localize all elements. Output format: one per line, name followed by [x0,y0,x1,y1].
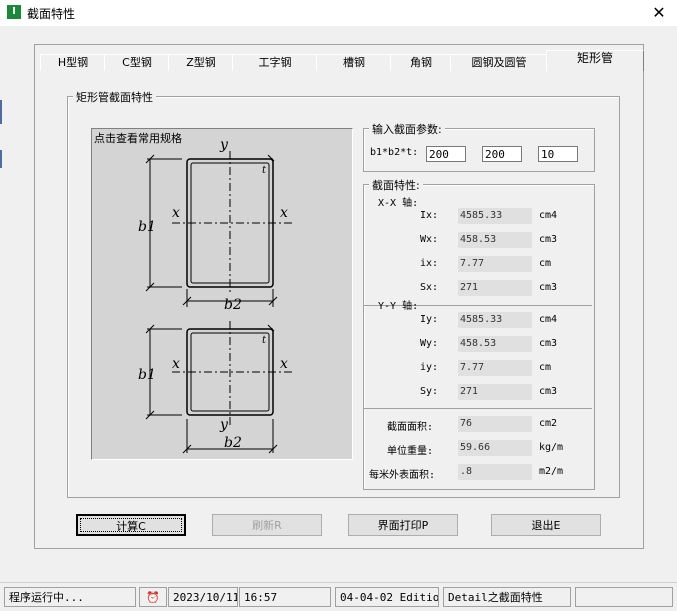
left-edge-mark [0,150,2,168]
sx-value: 271 [458,280,532,296]
status-state: 程序运行中... [4,587,136,607]
surface-value: .8 [458,464,532,480]
app-icon: I [7,5,21,19]
axis-label-y-top: y [219,137,229,153]
ix-radius-value: 7.77 [458,256,532,272]
window-title: 截面特性 [27,7,76,21]
wx-unit: cm3 [539,234,558,245]
title-bar: I 截面特性 ✕ [0,0,677,26]
refresh-button[interactable]: 刷新R [212,514,322,536]
rect-tube-group-title: 矩形管截面特性 [73,89,156,105]
wy-label: Wy: [420,338,439,349]
sy-value: 271 [458,384,532,400]
ix-radius-label: ix: [420,258,439,269]
sy-unit: cm3 [539,386,558,397]
dim-t-bottom: t [262,335,267,346]
area-value: 76 [458,416,532,432]
status-edition: 04-04-02 Edition [335,587,439,607]
b2-input[interactable]: 200 [482,146,522,162]
wx-label: Wx: [420,234,439,245]
tab-z-steel[interactable]: Z型钢 [168,54,234,71]
t-input[interactable]: 10 [538,146,578,162]
tab-i-beam[interactable]: 工字钢 [232,54,318,71]
sx-unit: cm3 [539,282,558,293]
status-time: 16:57 [239,587,331,607]
section-diagram: y x x b1 b2 t x x b1 y b2 t [138,137,292,454]
iy-radius-value: 7.77 [458,360,532,376]
xx-axis-label: X-X 轴: [378,198,419,209]
tab-h-steel[interactable]: H型钢 [40,54,106,71]
status-date: 2023/10/11 [168,587,238,607]
other-separator [364,408,592,409]
tab-round[interactable]: 圆钢及圆管 [450,54,548,71]
left-edge-mark [0,100,2,124]
ix-radius-unit: cm [539,258,552,269]
props-group-title: 截面特性: [369,177,423,193]
axis-label-x-right-top: x [280,205,288,221]
b1-input[interactable]: 200 [426,146,466,162]
sx-label: Sx: [420,282,439,293]
weight-unit: kg/m [539,442,564,453]
ix-value: 4585.33 [458,208,532,224]
tab-c-steel[interactable]: C型钢 [104,54,170,71]
area-unit: cm2 [539,418,558,429]
weight-value: 59.66 [458,440,532,456]
ix-label: Ix: [420,210,439,221]
status-bar: 程序运行中... ⏰ 2023/10/11 16:57 04-04-02 Edi… [0,582,677,611]
ix-unit: cm4 [539,210,558,221]
surface-unit: m2/m [539,466,564,477]
dim-b2-bottom: b2 [224,435,242,451]
input-label: b1*b2*t: [370,147,419,158]
area-label: 截面面积: [387,422,434,433]
dim-b1-top: b1 [138,219,156,235]
tab-rect-tube[interactable]: 矩形管 [546,50,644,71]
weight-label: 单位重量: [387,446,434,457]
iy-label: Iy: [420,314,439,325]
axis-label-x-left-top: x [172,205,180,221]
wy-unit: cm3 [539,338,558,349]
print-button[interactable]: 界面打印P [348,514,458,536]
tab-angle[interactable]: 角钢 [390,54,452,71]
tab-strip: H型钢 C型钢 Z型钢 工字钢 槽钢 角钢 圆钢及圆管 矩形管 [40,50,644,71]
iy-radius-label: iy: [420,362,439,373]
status-empty [575,587,673,607]
axis-label-y-bottom: y [219,417,229,433]
wx-value: 458.53 [458,232,532,248]
dim-t-top: t [262,165,267,176]
iy-value: 4585.33 [458,312,532,328]
clock-icon: ⏰ [139,587,167,607]
calculate-button[interactable]: 计算C [76,514,186,536]
yy-axis-label: Y-Y 轴: [378,301,419,312]
exit-button[interactable]: 退出E [491,514,601,536]
wy-value: 458.53 [458,336,532,352]
dim-b2-top: b2 [224,297,242,313]
input-group-title: 输入截面参数: [369,121,445,137]
iy-unit: cm4 [539,314,558,325]
dim-b1-bottom: b1 [138,367,156,383]
status-module: Detail之截面特性 [443,587,571,607]
axis-label-x-left-bottom: x [172,356,180,372]
axis-label-x-right-bottom: x [280,356,288,372]
sy-label: Sy: [420,386,439,397]
surface-label: 每米外表面积: [369,470,436,481]
tab-channel[interactable]: 槽钢 [316,54,392,71]
close-button[interactable]: ✕ [646,2,672,24]
section-drawing[interactable]: 点击查看常用规格 y x x b1 b2 t x x b1 y b2 t [91,128,353,460]
iy-radius-unit: cm [539,362,552,373]
